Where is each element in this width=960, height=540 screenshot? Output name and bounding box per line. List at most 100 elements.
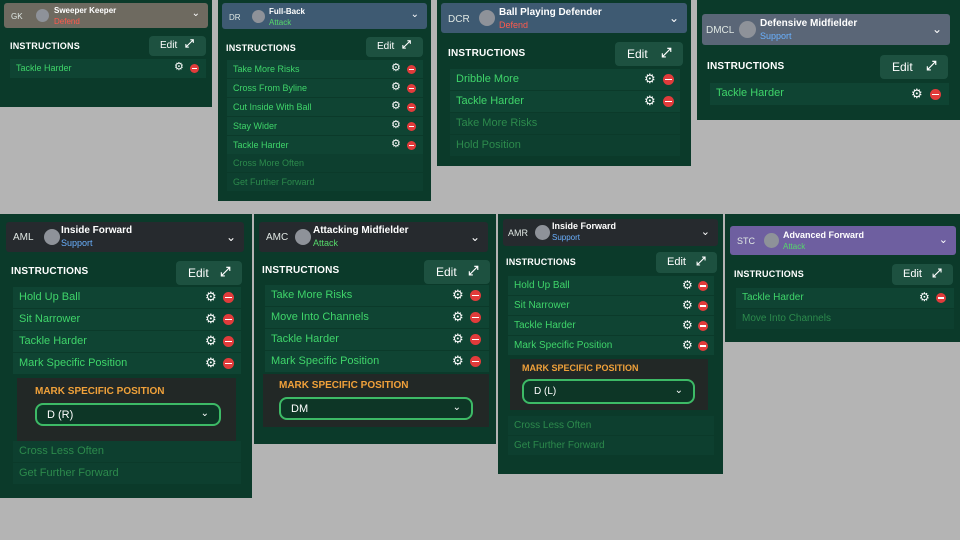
remove-icon[interactable] xyxy=(223,314,234,325)
instruction-row[interactable]: Sit Narrower ⚙ xyxy=(508,296,714,315)
dropdown-value: D (L) xyxy=(534,386,557,397)
edit-button[interactable]: Edit ⤢ xyxy=(892,264,953,285)
gear-icon[interactable]: ⚙ xyxy=(452,332,464,345)
gear-icon[interactable]: ⚙ xyxy=(911,87,923,100)
role-selector[interactable]: AMC Attacking Midfielder Attack ⌄ xyxy=(259,222,488,252)
remove-icon[interactable] xyxy=(663,74,674,85)
gear-icon[interactable]: ⚙ xyxy=(919,291,930,303)
remove-icon[interactable] xyxy=(698,301,708,311)
instruction-row[interactable]: Sit Narrower ⚙ xyxy=(13,309,241,330)
remove-icon[interactable] xyxy=(470,334,481,345)
role-selector[interactable]: DCR Ball Playing Defender Defend ⌄ xyxy=(441,3,687,33)
instruction-row[interactable]: Mark Specific Position ⚙ xyxy=(13,353,241,374)
instruction-row[interactable]: Stay Wider ⚙ xyxy=(227,117,423,135)
available-instruction-row[interactable]: Cross Less Often xyxy=(13,441,241,462)
remove-icon[interactable] xyxy=(663,96,674,107)
instruction-row[interactable]: Tackle Harder ⚙ xyxy=(736,288,954,308)
available-instruction-row[interactable]: Hold Position xyxy=(450,135,680,156)
role-selector[interactable]: AML Inside Forward Support ⌄ xyxy=(6,222,244,252)
remove-icon[interactable] xyxy=(190,64,199,73)
gear-icon[interactable]: ⚙ xyxy=(205,312,217,325)
gear-icon[interactable]: ⚙ xyxy=(391,139,401,150)
edit-button[interactable]: Edit ⤢ xyxy=(656,252,717,273)
instruction-row[interactable]: Tackle Harder ⚙ xyxy=(450,91,680,112)
edit-button[interactable]: Edit ⤢ xyxy=(880,55,948,79)
remove-icon[interactable] xyxy=(698,321,708,331)
gear-icon[interactable]: ⚙ xyxy=(644,94,656,107)
remove-icon[interactable] xyxy=(407,103,416,112)
role-duty: Attack xyxy=(783,242,806,251)
edit-button[interactable]: Edit ⤢ xyxy=(176,261,242,285)
role-selector[interactable]: DMCL Defensive Midfielder Support ⌄ xyxy=(702,14,950,45)
gear-icon[interactable]: ⚙ xyxy=(205,334,217,347)
remove-icon[interactable] xyxy=(223,292,234,303)
edit-button[interactable]: Edit ⤢ xyxy=(366,37,423,57)
remove-icon[interactable] xyxy=(470,312,481,323)
instruction-row[interactable]: Move Into Channels ⚙ xyxy=(265,307,489,328)
position-dropdown[interactable]: DM ⌄ xyxy=(279,397,473,420)
instruction-row[interactable]: Tackle Harder ⚙ xyxy=(710,83,949,105)
instruction-row[interactable]: Hold Up Ball ⚙ xyxy=(508,276,714,295)
instruction-label: Take More Risks xyxy=(271,289,353,301)
gear-icon[interactable]: ⚙ xyxy=(452,310,464,323)
edit-button[interactable]: Edit ⤢ xyxy=(424,260,490,284)
avatar xyxy=(36,9,49,22)
instruction-row[interactable]: Mark Specific Position ⚙ xyxy=(265,351,489,372)
remove-icon[interactable] xyxy=(407,122,416,131)
gear-icon[interactable]: ⚙ xyxy=(682,319,693,331)
available-instruction-row[interactable]: Cross Less Often xyxy=(508,416,714,435)
gear-icon[interactable]: ⚙ xyxy=(391,82,401,93)
edit-button[interactable]: Edit ⤢ xyxy=(615,42,683,66)
gear-icon[interactable]: ⚙ xyxy=(682,279,693,291)
role-selector[interactable]: GK Sweeper Keeper Defend ⌄ xyxy=(4,3,208,28)
position-dropdown[interactable]: D (L) ⌄ xyxy=(522,379,695,404)
gear-icon[interactable]: ⚙ xyxy=(452,354,464,367)
role-selector[interactable]: STC Advanced Forward Attack ⌄ xyxy=(730,226,956,255)
instruction-row[interactable]: Mark Specific Position ⚙ xyxy=(508,336,714,355)
gear-icon[interactable]: ⚙ xyxy=(682,339,693,351)
instruction-row[interactable]: Cross From Byline ⚙ xyxy=(227,79,423,97)
remove-icon[interactable] xyxy=(470,356,481,367)
gear-icon[interactable]: ⚙ xyxy=(391,101,401,112)
instruction-row[interactable]: Take More Risks ⚙ xyxy=(227,60,423,78)
available-instruction-row[interactable]: Take More Risks xyxy=(450,113,680,134)
instruction-row[interactable]: Tackle Harder ⚙ xyxy=(13,331,241,352)
instruction-row[interactable]: Tackle Harder ⚙ xyxy=(265,329,489,350)
gear-icon[interactable]: ⚙ xyxy=(391,120,401,131)
gear-icon[interactable]: ⚙ xyxy=(452,288,464,301)
remove-icon[interactable] xyxy=(223,336,234,347)
remove-icon[interactable] xyxy=(936,293,946,303)
gear-icon[interactable]: ⚙ xyxy=(174,62,184,73)
remove-icon[interactable] xyxy=(407,84,416,93)
gear-icon[interactable]: ⚙ xyxy=(644,72,656,85)
instruction-row[interactable]: Tackle Harder ⚙ xyxy=(508,316,714,335)
chevron-down-icon: ⌄ xyxy=(469,230,480,244)
remove-icon[interactable] xyxy=(698,341,708,351)
remove-icon[interactable] xyxy=(470,290,481,301)
remove-icon[interactable] xyxy=(698,281,708,291)
instruction-row[interactable]: Hold Up Ball ⚙ xyxy=(13,287,241,308)
remove-icon[interactable] xyxy=(407,141,416,150)
instruction-row[interactable]: Cut Inside With Ball ⚙ xyxy=(227,98,423,116)
gear-icon[interactable]: ⚙ xyxy=(205,356,217,369)
instruction-row[interactable]: Tackle Harder ⚙ xyxy=(10,59,206,78)
available-instruction-row[interactable]: Get Further Forward xyxy=(227,173,423,191)
available-instruction-row[interactable]: Cross More Often xyxy=(227,154,423,172)
avatar xyxy=(295,229,311,245)
gear-icon[interactable]: ⚙ xyxy=(682,299,693,311)
gear-icon[interactable]: ⚙ xyxy=(205,290,217,303)
edit-button[interactable]: Edit ⤢ xyxy=(149,36,206,56)
gear-icon[interactable]: ⚙ xyxy=(391,63,401,74)
role-selector[interactable]: AMR Inside Forward Support ⌄ xyxy=(503,219,718,246)
position-dropdown[interactable]: D (R) ⌄ xyxy=(35,403,221,426)
available-instruction-row[interactable]: Get Further Forward xyxy=(508,436,714,455)
remove-icon[interactable] xyxy=(407,65,416,74)
instruction-row[interactable]: Take More Risks ⚙ xyxy=(265,285,489,306)
instruction-row[interactable]: Tackle Harder ⚙ xyxy=(227,136,423,154)
instruction-row[interactable]: Dribble More ⚙ xyxy=(450,69,680,90)
remove-icon[interactable] xyxy=(223,358,234,369)
available-instruction-row[interactable]: Move Into Channels xyxy=(736,309,954,329)
role-selector[interactable]: DR Full-Back Attack ⌄ xyxy=(222,3,427,29)
remove-icon[interactable] xyxy=(930,89,941,100)
available-instruction-row[interactable]: Get Further Forward xyxy=(13,463,241,484)
